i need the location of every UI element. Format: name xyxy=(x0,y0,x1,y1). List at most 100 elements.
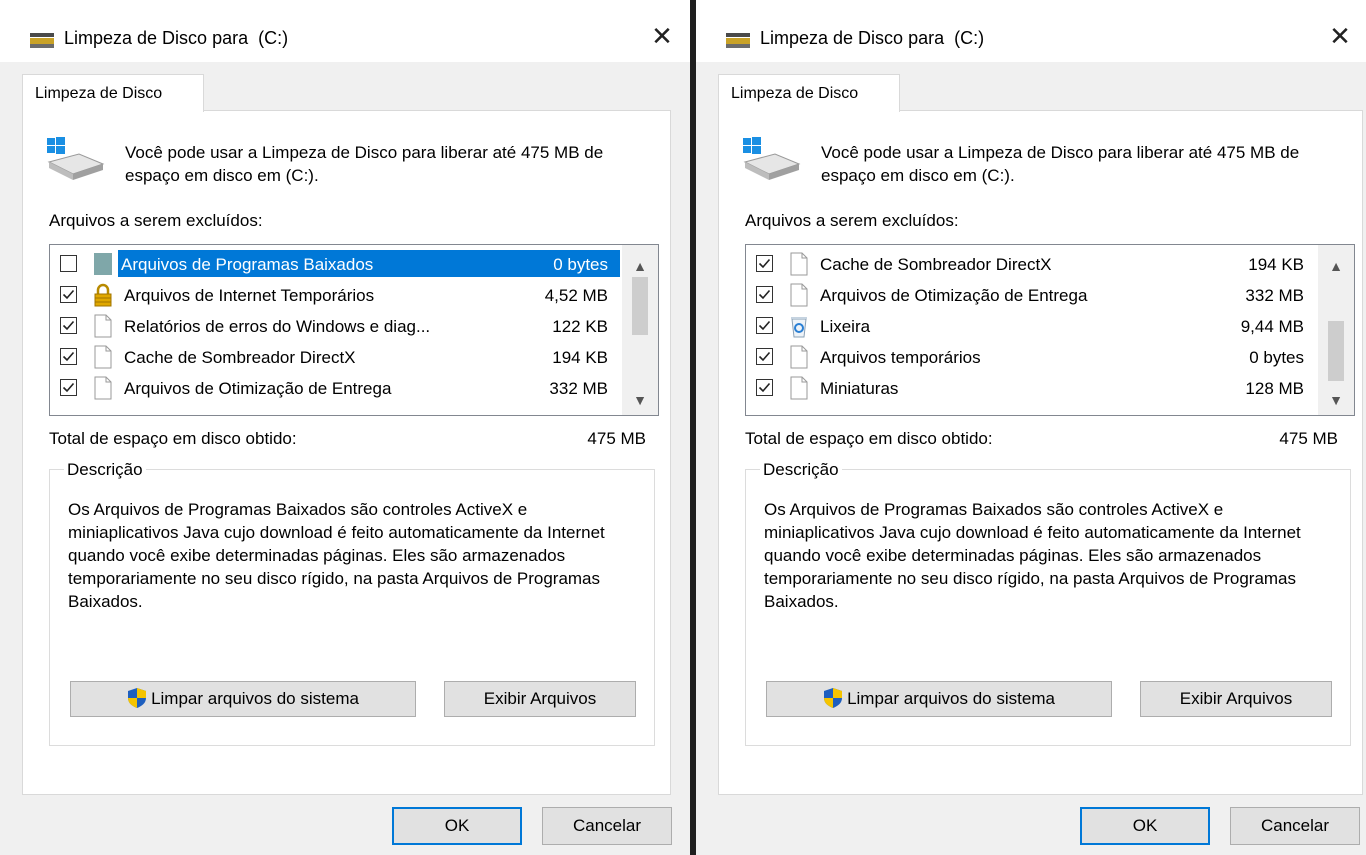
files-list[interactable]: Miniaturas 128 MB Arquivos temporários 0 by… xyxy=(745,244,1355,416)
file-name: Relatórios de erros do Windows e diag... xyxy=(124,317,431,336)
clean-system-files-label: Limpar arquivos do sistema xyxy=(847,689,1055,708)
file-list-item[interactable]: Cache de Sombreador DirectX 194 KB xyxy=(746,249,1316,280)
file-list-item[interactable]: Cache de Sombreador DirectX 194 KB xyxy=(50,342,620,373)
file-checkbox[interactable] xyxy=(756,317,773,334)
file-list-item[interactable]: Arquivos de Programas Baixados 0 bytes xyxy=(50,249,620,280)
window-title: Limpeza de Disco para (C:) xyxy=(760,28,985,48)
file-list-item[interactable]: Arquivos de Otimização de Entrega 332 MB xyxy=(746,280,1316,311)
close-icon[interactable]: ✕ xyxy=(642,18,682,54)
title-bar[interactable]: Limpeza de Disco para (C:) ✕ xyxy=(0,0,690,62)
list-scrollbar[interactable]: ▲ ▼ xyxy=(1318,245,1354,415)
scroll-down-icon[interactable]: ▼ xyxy=(1318,385,1354,415)
total-space-value: 475 MB xyxy=(1279,429,1338,448)
file-list-item[interactable]: Lixeira 9,44 MB xyxy=(746,311,1316,342)
view-files-button[interactable]: Exibir Arquivos xyxy=(444,681,636,717)
file-name: Arquivos de Internet Temporários xyxy=(124,286,375,305)
file-checkbox[interactable] xyxy=(60,255,77,272)
ok-button[interactable]: OK xyxy=(1080,807,1210,845)
tab-label: Limpeza de Disco xyxy=(731,85,859,102)
file-size: 194 KB xyxy=(1248,255,1304,274)
drive-icon xyxy=(47,137,105,180)
file-list-item[interactable]: Arquivos temporários 0 bytes xyxy=(746,342,1316,373)
scroll-thumb[interactable] xyxy=(632,277,648,335)
disk-cleanup-dialog-right: Limpeza de Disco para (C:) ✕ Limpeza de … xyxy=(696,0,1366,855)
close-icon[interactable]: ✕ xyxy=(1320,18,1360,54)
description-group: Descrição Os Arquivos de Programas Baixa… xyxy=(745,460,1351,746)
file-icon xyxy=(789,376,809,400)
scroll-down-icon[interactable]: ▼ xyxy=(622,385,658,415)
file-size: 9,44 MB xyxy=(1240,317,1304,336)
window-title: Limpeza de Disco para (C:) xyxy=(64,28,289,48)
cancel-button[interactable]: Cancelar xyxy=(542,807,672,845)
files-to-delete-label: Arquivos a serem excluídos: xyxy=(745,211,959,230)
file-size: 0 bytes xyxy=(553,255,608,274)
file-name: Arquivos de Otimização de Entrega xyxy=(124,379,392,398)
uac-shield-icon xyxy=(824,688,843,709)
title-bar[interactable]: Limpeza de Disco para (C:) ✕ xyxy=(696,0,1366,62)
file-icon xyxy=(93,376,113,400)
clean-system-files-label: Limpar arquivos do sistema xyxy=(151,689,359,708)
file-size: 0 bytes xyxy=(1249,348,1304,367)
file-name: Arquivos temporários xyxy=(820,348,981,367)
folder-icon xyxy=(93,252,113,276)
cancel-button[interactable]: Cancelar xyxy=(1230,807,1360,845)
drive-icon xyxy=(743,137,801,180)
intro-text: Você pode usar a Limpeza de Disco para l… xyxy=(125,143,604,185)
intro-text: Você pode usar a Limpeza de Disco para l… xyxy=(821,143,1300,185)
total-space-label: Total de espaço em disco obtido: xyxy=(49,429,297,448)
description-group: Descrição Os Arquivos de Programas Baixa… xyxy=(49,460,655,746)
file-icon xyxy=(789,252,809,276)
tab-disk-cleanup[interactable]: Limpeza de Disco xyxy=(22,74,204,112)
file-size: 122 KB xyxy=(552,317,608,336)
file-icon xyxy=(789,345,809,369)
clean-system-files-button[interactable]: Limpar arquivos do sistema xyxy=(766,681,1112,717)
uac-shield-icon xyxy=(128,688,147,709)
file-size: 128 MB xyxy=(1245,379,1304,398)
file-list-item[interactable]: Arquivos de Otimização de Entrega 332 MB xyxy=(50,373,620,404)
lock-icon xyxy=(93,283,113,307)
tab-panel: Você pode usar a Limpeza de Disco para l… xyxy=(718,110,1363,795)
disk-cleanup-app-icon xyxy=(30,33,54,48)
description-legend: Descrição xyxy=(760,460,842,480)
view-files-button[interactable]: Exibir Arquivos xyxy=(1140,681,1332,717)
files-to-delete-label: Arquivos a serem excluídos: xyxy=(49,211,263,230)
total-space-label: Total de espaço em disco obtido: xyxy=(745,429,993,448)
clean-system-files-button[interactable]: Limpar arquivos do sistema xyxy=(70,681,416,717)
file-checkbox[interactable] xyxy=(60,348,77,365)
file-name: Arquivos de Otimização de Entrega xyxy=(820,286,1088,305)
file-size: 332 MB xyxy=(1245,286,1304,305)
description-legend: Descrição xyxy=(64,460,146,480)
file-checkbox[interactable] xyxy=(60,379,77,396)
file-checkbox[interactable] xyxy=(756,348,773,365)
file-checkbox[interactable] xyxy=(60,317,77,334)
file-size: 332 MB xyxy=(549,379,608,398)
file-checkbox[interactable] xyxy=(756,379,773,396)
tab-disk-cleanup[interactable]: Limpeza de Disco xyxy=(718,74,900,112)
file-size: 4,52 MB xyxy=(544,286,608,305)
file-list-item[interactable]: Relatórios de erros do Windows e diag...… xyxy=(50,311,620,342)
file-list-item[interactable]: Miniaturas 128 MB xyxy=(746,373,1316,404)
file-checkbox[interactable] xyxy=(756,286,773,303)
tab-panel: Você pode usar a Limpeza de Disco para l… xyxy=(22,110,671,795)
file-checkbox[interactable] xyxy=(60,286,77,303)
file-name: Cache de Sombreador DirectX xyxy=(820,255,1052,274)
tab-label: Limpeza de Disco xyxy=(35,85,163,102)
scroll-thumb[interactable] xyxy=(1328,321,1344,381)
recycle-bin-icon xyxy=(789,314,809,338)
file-icon xyxy=(789,283,809,307)
file-list-item[interactable]: Arquivos de Internet Temporários 4,52 MB xyxy=(50,280,620,311)
files-list[interactable]: Arquivos de Otimização de Entrega 332 MB C… xyxy=(49,244,659,416)
file-icon xyxy=(93,345,113,369)
file-checkbox[interactable] xyxy=(756,255,773,272)
scroll-up-icon[interactable]: ▲ xyxy=(1318,251,1354,281)
file-size: 194 KB xyxy=(552,348,608,367)
list-scrollbar[interactable]: ▲ ▼ xyxy=(622,245,658,415)
description-text: Os Arquivos de Programas Baixados são co… xyxy=(68,500,605,611)
total-space-value: 475 MB xyxy=(587,429,646,448)
file-name: Lixeira xyxy=(820,317,871,336)
file-name: Arquivos de Programas Baixados xyxy=(121,255,374,274)
disk-cleanup-dialog-left: Limpeza de Disco para (C:) ✕ Limpeza de … xyxy=(0,0,690,855)
description-text: Os Arquivos de Programas Baixados são co… xyxy=(764,500,1301,611)
ok-button[interactable]: OK xyxy=(392,807,522,845)
file-name: Miniaturas xyxy=(820,379,899,398)
